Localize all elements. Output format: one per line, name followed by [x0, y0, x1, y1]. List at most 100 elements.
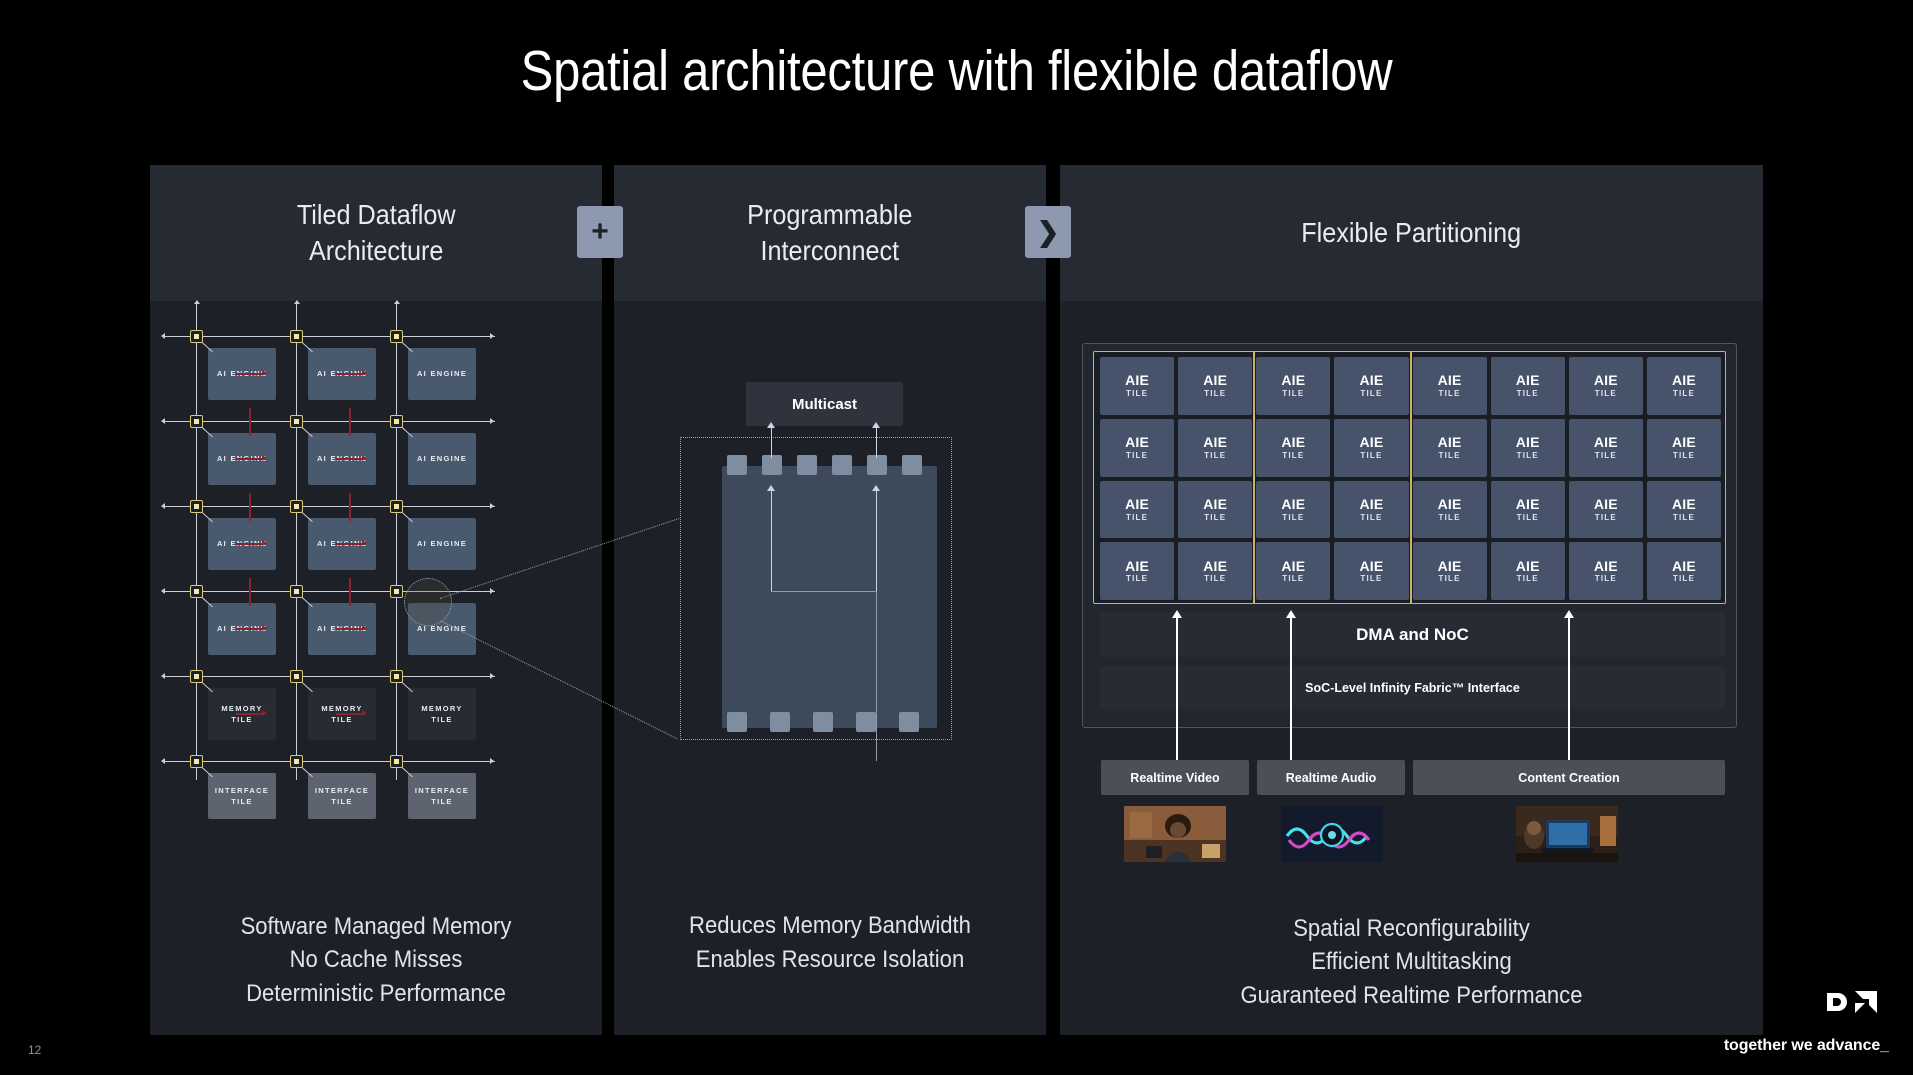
aie-tile-label-line-1: AIE — [1359, 495, 1384, 512]
plus-icon: + — [591, 215, 609, 248]
cascade-arrow — [362, 454, 367, 461]
stream-bus-v — [396, 302, 398, 780]
aie-tile: AIE TILE — [1646, 418, 1721, 477]
slide-title: Spatial architecture with flexible dataf… — [520, 39, 1393, 103]
switch-node — [390, 415, 403, 428]
tile-label-line-2: TILE — [331, 797, 353, 806]
aie-tile-label-line-1: AIE — [1593, 495, 1618, 512]
captions-programmable-interconnect: Reduces Memory Bandwidth Enables Resourc… — [614, 909, 1046, 977]
tile-label-line-2: TILE — [431, 715, 453, 724]
workload-connector-line — [1290, 618, 1292, 760]
caption-line: Efficient Multitasking — [1311, 948, 1512, 976]
switch-node-highlighted — [390, 585, 403, 598]
aie-tile-label-line-1: AIE — [1671, 495, 1696, 512]
switch-node — [290, 755, 303, 768]
aie-tile-label-line-1: AIE — [1437, 495, 1462, 512]
caption-line: Guaranteed Realtime Performance — [1240, 982, 1583, 1010]
route-arrow — [872, 485, 880, 491]
stream-bus-h — [165, 761, 495, 763]
cascade-arrow — [362, 539, 367, 546]
aie-tile-label-line-2: TILE — [1282, 389, 1305, 399]
aie-tile-label-line-2: TILE — [1438, 450, 1461, 460]
aie-tile: AIE TILE — [1178, 357, 1253, 415]
ai-engine-tile: AI ENGINE — [408, 348, 476, 400]
multicast-feed-line — [771, 426, 773, 458]
aie-tile-label-line-2: TILE — [1360, 512, 1383, 522]
magnifier-highlight — [404, 578, 452, 626]
captions-tiled-dataflow: Software Managed Memory No Cache Misses … — [150, 910, 602, 1011]
panel-header-line-1: Flexible Partitioning — [1301, 217, 1522, 249]
tile-label: AI ENGINE — [416, 369, 468, 379]
workload-connector-arrow — [1563, 610, 1574, 618]
aie-tile-label-line-1: AIE — [1671, 557, 1696, 574]
switch-core-block — [722, 466, 937, 728]
switch-node — [290, 500, 303, 513]
workload-realtime-video[interactable]: Realtime Video — [1101, 760, 1249, 795]
interface-tile: INTERFACE TILE — [308, 773, 376, 819]
multicast-feed-arrow — [872, 422, 880, 428]
partition-divider — [1253, 352, 1256, 603]
aie-tile-label-line-1: AIE — [1125, 434, 1150, 451]
tile-label: AI ENGINE — [416, 539, 468, 549]
workload-content-creation[interactable]: Content Creation — [1413, 760, 1725, 795]
aie-tile-label-line-2: TILE — [1516, 574, 1539, 584]
infinity-fabric-label: SoC-Level Infinity Fabric™ Interface — [1305, 680, 1520, 695]
tiled-dataflow-grid: AI ENGINE AI ENGINE AI ENGINE AI ENGINE … — [161, 300, 520, 830]
cascade-link-h — [236, 458, 262, 461]
aie-tile-label-line-1: AIE — [1125, 372, 1150, 389]
aie-tile: AIE TILE — [1100, 542, 1175, 600]
aie-tile: AIE TILE — [1490, 418, 1565, 477]
stream-arrow-left — [161, 673, 165, 679]
aie-tile: AIE TILE — [1178, 418, 1253, 477]
switch-node — [190, 585, 203, 598]
aie-tile-label-line-1: AIE — [1359, 557, 1384, 574]
cascade-arrow — [262, 539, 267, 546]
aie-tile-label-line-2: TILE — [1594, 450, 1617, 460]
switch-port-top — [902, 455, 922, 475]
workload-connector-line — [1568, 618, 1570, 760]
audio-waveform-thumbnail — [1281, 806, 1383, 862]
cascade-arrow — [362, 709, 367, 716]
aie-tile-label-line-1: AIE — [1281, 372, 1306, 389]
tile-label-line-2: TILE — [331, 715, 353, 724]
switch-node — [190, 755, 203, 768]
switch-node — [290, 415, 303, 428]
aie-tile-label-line-2: TILE — [1204, 450, 1227, 460]
cascade-link-h — [336, 458, 362, 461]
aie-tile-label-line-1: AIE — [1203, 372, 1228, 389]
aie-tile: AIE TILE — [1646, 542, 1721, 600]
aie-tile-label-line-1: AIE — [1125, 495, 1150, 512]
tile-label-line-1: MEMORY — [421, 703, 463, 713]
aie-tile-label-line-1: AIE — [1515, 372, 1540, 389]
aie-tile-label-line-1: AIE — [1359, 434, 1384, 451]
aie-tile: AIE TILE — [1490, 480, 1565, 539]
workload-realtime-audio[interactable]: Realtime Audio — [1257, 760, 1405, 795]
workload-label: Content Creation — [1518, 770, 1620, 785]
switch-port-top — [727, 455, 747, 475]
slide-root: Spatial architecture with flexible dataf… — [0, 0, 1913, 1075]
cascade-link-v — [249, 493, 252, 521]
caption-line: Software Managed Memory — [240, 912, 512, 940]
aie-tile-label-line-1: AIE — [1593, 434, 1618, 451]
cascade-link-v — [249, 408, 252, 436]
aie-tile: AIE TILE — [1412, 480, 1487, 539]
aie-tile: AIE TILE — [1334, 542, 1409, 600]
aie-tile-label-line-2: TILE — [1438, 512, 1461, 522]
switch-node — [190, 500, 203, 513]
panel-header-line-2: Interconnect — [760, 235, 900, 266]
panel-header-text: Tiled Dataflow Architecture — [297, 197, 456, 269]
aie-tile: AIE TILE — [1100, 357, 1175, 415]
aie-tile: AIE TILE — [1100, 418, 1175, 477]
aie-tile: AIE TILE — [1568, 480, 1643, 539]
aie-tile-label-line-1: AIE — [1671, 434, 1696, 451]
switch-port-bottom — [856, 712, 876, 732]
stream-arrow-right — [490, 673, 494, 679]
aie-tile-grid: AIE TILE AIE TILE AIE TILE AIE TILE AIE TILE AIE TI… — [1093, 351, 1726, 604]
cascade-link-h — [236, 713, 262, 716]
switch-node — [390, 330, 403, 343]
switch-node — [190, 330, 203, 343]
partition-divider — [1409, 352, 1412, 603]
switch-port-top — [832, 455, 852, 475]
aie-tile-label-line-2: TILE — [1438, 574, 1461, 584]
aie-tile-label-line-1: AIE — [1593, 557, 1618, 574]
